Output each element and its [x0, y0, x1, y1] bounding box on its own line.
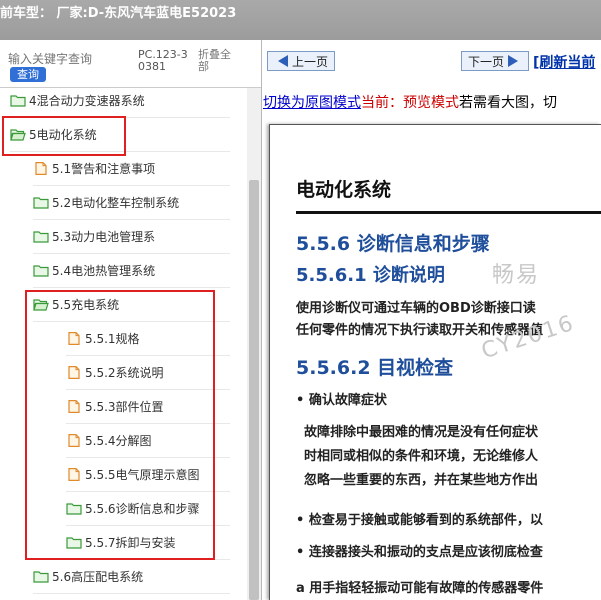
paragraph-line: 时相同或相似的条件和环境，无论维修人	[304, 449, 539, 464]
tree-node[interactable]: 5.4电池热管理系统	[33, 254, 230, 288]
mode-switch-row: 切换为原图模式当前：预览模式若需看大图，切	[263, 92, 557, 112]
title-rule	[296, 211, 601, 214]
current-mode: 预览模式	[403, 95, 459, 111]
bullet-item: • 连接器接头和振动的支点是应该彻底检查	[296, 545, 543, 560]
tree-node[interactable]: 4混合动力变速器系统	[10, 84, 230, 118]
tree-scrollbar-thumb[interactable]	[249, 180, 259, 600]
tree-node-label: 5.4电池热管理系统	[52, 264, 156, 278]
document-preview: 电动化系统 5.5.6 诊断信息和步骤 5.5.6.1 诊断说明 使用诊断仪可通…	[269, 124, 601, 600]
bullet-item: • 确认故障症状	[296, 393, 387, 408]
folder-icon	[33, 570, 49, 583]
vehicle-model-text: 前车型： 厂家:D-东风汽车蓝电E52023	[0, 6, 237, 21]
tree-node[interactable]: 5.2电动化整车控制系统	[33, 186, 230, 220]
right-arrow-icon	[508, 55, 519, 67]
refresh-current-link[interactable]: [刷新当前	[533, 52, 595, 72]
switch-original-mode-link[interactable]: 切换为原图模式	[263, 95, 361, 111]
search-row: 查询 PC.123-30381 折叠全部	[0, 40, 261, 88]
paragraph-line: 故障排除中最困难的情况是没有任何症状	[304, 425, 539, 440]
tree-node-label: 5.3动力电池管理系	[52, 230, 156, 244]
current-label: 当前：	[361, 95, 403, 111]
folder-icon	[33, 196, 49, 209]
section-title: 电动化系统	[296, 179, 392, 201]
heading-diagnosis: 5.5.6 诊断信息和步骤	[296, 233, 490, 255]
next-page-button[interactable]: 下一页	[461, 51, 530, 71]
pc-code-text: PC.123-30381	[138, 48, 188, 73]
bullet-item: • 检查易于接触或能够看到的系统部件，以	[296, 513, 543, 528]
page-nav-bar: 上一页 下一页 [刷新当前	[263, 40, 601, 80]
paragraph-line: 忽略一些重要的东西，并在某些地方作出	[304, 473, 539, 488]
heading-diagnosis-description: 5.5.6.1 诊断说明	[296, 265, 445, 286]
collapse-all-link[interactable]: 折叠全部	[198, 49, 238, 73]
left-nav-panel: 查询 PC.123-30381 折叠全部 4混合动力变速器系统5电动化系统5.1…	[0, 40, 262, 600]
search-button[interactable]: 查询	[10, 67, 46, 82]
search-input[interactable]	[8, 52, 130, 66]
tree-node-label: 5.1警告和注意事项	[52, 162, 156, 176]
title-bar: 前车型： 厂家:D-东风汽车蓝电E52023	[0, 0, 601, 40]
watermark-text: 畅易	[492, 263, 541, 288]
document-icon	[33, 162, 49, 175]
tree-node[interactable]: 5.3动力电池管理系	[33, 220, 230, 254]
paragraph-line: 使用诊断仪可通过车辆的OBD诊断接口读	[296, 301, 536, 316]
folder-icon	[33, 230, 49, 243]
tree-node[interactable]: 5.6高压配电系统	[33, 560, 230, 594]
tree-node[interactable]: 5.1警告和注意事项	[33, 152, 230, 186]
tree-node-label: 5.6高压配电系统	[52, 570, 144, 584]
highlight-box-electrification	[2, 116, 126, 156]
prev-page-button[interactable]: 上一页	[267, 51, 336, 71]
hint-text: 若需看大图，切	[459, 95, 557, 111]
heading-visual-check: 5.5.6.2 目视检查	[296, 357, 454, 379]
left-arrow-icon	[278, 55, 288, 67]
folder-icon	[33, 264, 49, 277]
folder-icon	[10, 94, 26, 107]
highlight-box-charging	[25, 290, 215, 560]
tree-node-label: 4混合动力变速器系统	[29, 94, 145, 108]
content-panel: 上一页 下一页 [刷新当前 切换为原图模式当前：预览模式若需看大图，切 电动化系…	[263, 40, 601, 600]
paragraph-line: a 用手指轻轻振动可能有故障的传感器零件	[296, 581, 544, 596]
tree-node-label: 5.2电动化整车控制系统	[52, 196, 180, 210]
